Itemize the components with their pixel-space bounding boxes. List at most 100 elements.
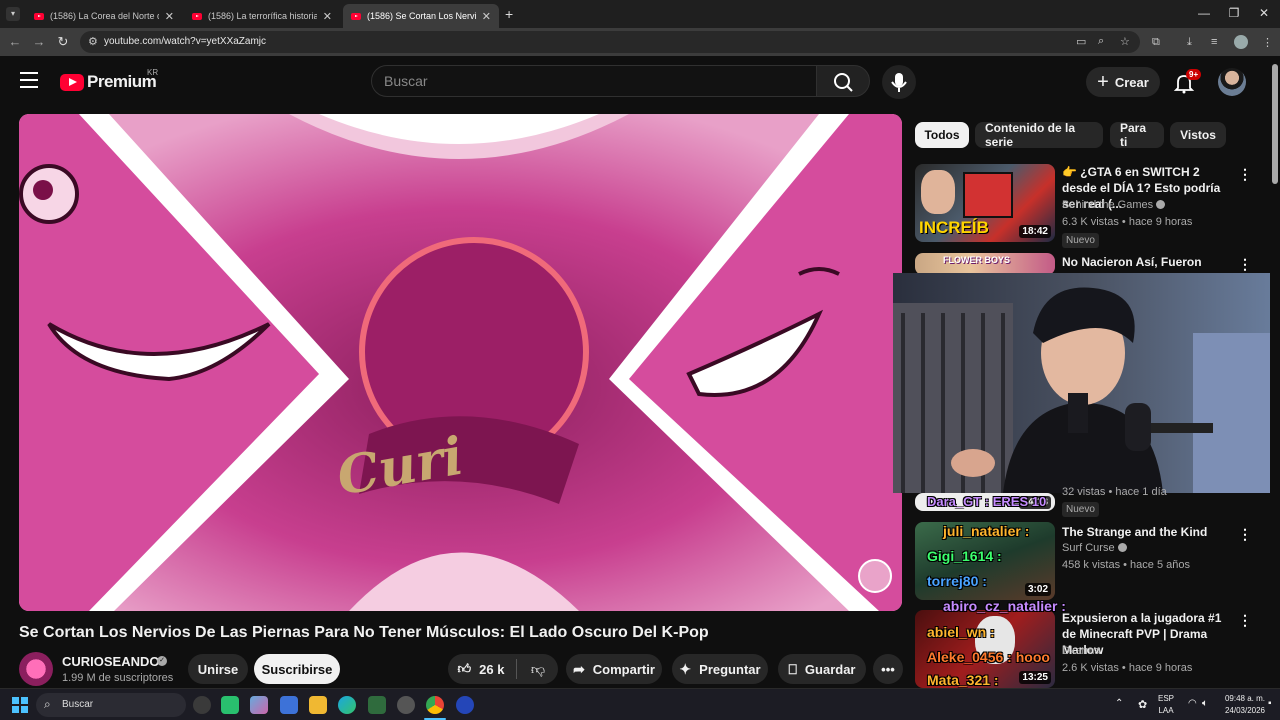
chat-text: Aleke_0456 : hooo: [927, 649, 1050, 665]
plus-icon: +: [1097, 70, 1109, 93]
save-button[interactable]: ⎕ Guardar: [778, 654, 866, 684]
tray-chevron-icon[interactable]: ⌃: [1115, 698, 1123, 709]
more-actions-button[interactable]: •••: [873, 654, 903, 684]
scrollbar-thumb[interactable]: [1272, 64, 1278, 184]
url-text[interactable]: youtube.com/watch?v=yetXXaZamjc: [104, 36, 266, 47]
create-button[interactable]: + Crear: [1086, 67, 1160, 97]
subscribe-button[interactable]: Suscribirse: [254, 654, 340, 684]
youtube-premium-logo[interactable]: Premium KR: [60, 68, 158, 92]
minimize-icon[interactable]: —: [1194, 6, 1214, 20]
search-button[interactable]: [816, 65, 870, 97]
forward-icon[interactable]: →: [30, 34, 48, 49]
dislike-button[interactable]: 👎︎: [520, 654, 556, 684]
reading-list-icon[interactable]: ≡: [1211, 36, 1217, 48]
channel-avatar[interactable]: [19, 652, 53, 686]
tray-app-icon[interactable]: ✿: [1138, 698, 1147, 711]
profile-icon[interactable]: [1234, 35, 1248, 49]
hamburger-menu-icon[interactable]: [20, 72, 40, 90]
chip-label: Contenido de la serie: [985, 121, 1075, 149]
rec-more-icon[interactable]: ⋮: [1238, 612, 1252, 629]
bookmark-star-icon[interactable]: ☆: [1120, 35, 1130, 48]
back-icon[interactable]: ←: [6, 34, 24, 49]
new-tab-button[interactable]: +: [505, 6, 513, 22]
rec-thumbnail-2[interactable]: FLOWER BOYS: [915, 253, 1055, 275]
ask-button[interactable]: ✦ Preguntar: [672, 654, 768, 684]
duration-badge: 3:02: [1024, 583, 1051, 596]
ask-label: Preguntar: [699, 661, 761, 677]
zoom-icon[interactable]: ⌕: [1098, 35, 1104, 48]
rec-thumbnail-1[interactable]: INCREÍB 18:42: [915, 164, 1055, 242]
edge-icon[interactable]: [338, 696, 356, 714]
like-divider: [516, 659, 517, 679]
copilot-icon[interactable]: [250, 696, 268, 714]
sparkle-icon: ✦: [679, 660, 692, 677]
duration-badge: 18:42: [1019, 225, 1051, 238]
close-tab-icon[interactable]: ✕: [323, 10, 332, 23]
channel-watermark: [858, 559, 892, 593]
site-info-icon[interactable]: ⚙: [88, 35, 98, 48]
tab-search-button[interactable]: ▾: [6, 7, 20, 21]
close-window-icon[interactable]: ✕: [1254, 6, 1274, 20]
chat-message: Dara_GT : ERES 10: [927, 494, 1046, 509]
rec-channel-4[interactable]: Surf Curse: [1062, 542, 1127, 554]
omnibox[interactable]: ⚙ youtube.com/watch?v=yetXXaZamjc ▭ ⌕ ☆: [80, 31, 1140, 53]
app-icon-xbox[interactable]: [368, 696, 386, 714]
chip-all[interactable]: Todos: [915, 122, 969, 148]
page-scrollbar[interactable]: [1270, 58, 1280, 688]
chip-for-you[interactable]: Para ti: [1110, 121, 1164, 149]
channel-name[interactable]: CURIOSEANDO: [62, 654, 160, 669]
app-icon-blue[interactable]: [456, 696, 474, 714]
maximize-icon[interactable]: ❐: [1224, 6, 1244, 20]
windows-taskbar: ⌕ Buscar ⌃ ✿ ESP LAA ◠ 🔈︎ 09:48 a. m. 24…: [0, 688, 1280, 720]
browser-tab-strip: ▾ (1586) La Corea del Norte de Eu ✕ (158…: [0, 0, 1280, 28]
taskbar-search-label: Buscar: [62, 699, 94, 710]
wifi-icon[interactable]: ◠: [1188, 698, 1197, 709]
taskbar-search[interactable]: ⌕ Buscar: [36, 693, 186, 717]
extensions-icon[interactable]: ⧉: [1152, 36, 1160, 49]
chip-watched[interactable]: Vistos: [1170, 122, 1226, 148]
like-button[interactable]: 👍︎ 26 k: [448, 654, 514, 684]
tab-title: (1586) La Corea del Norte de Eu: [50, 11, 159, 21]
app-icon-green[interactable]: [221, 696, 239, 714]
app-icon-clock[interactable]: [397, 696, 415, 714]
search-icon: [834, 73, 853, 92]
widgets-icon[interactable]: [193, 696, 211, 714]
language-indicator[interactable]: ESP LAA: [1158, 694, 1174, 715]
rec-channel-5[interactable]: Dkarma: [1062, 645, 1101, 657]
chip-series-content[interactable]: Contenido de la serie: [975, 121, 1103, 149]
rec-more-icon[interactable]: ⋮: [1238, 526, 1252, 543]
video-player[interactable]: Curi: [19, 114, 902, 611]
browser-menu-icon[interactable]: ⋮: [1262, 36, 1273, 49]
join-label: Unirse: [197, 661, 239, 677]
join-button[interactable]: Unirse: [188, 654, 248, 684]
rec-more-icon[interactable]: ⋮: [1238, 256, 1252, 273]
download-icon[interactable]: ⤓: [1187, 36, 1192, 49]
cast-icon[interactable]: ▭: [1076, 35, 1086, 48]
reload-icon[interactable]: ↻: [54, 34, 72, 50]
youtube-header: Premium KR + Crear 9+: [0, 56, 1280, 106]
clock[interactable]: 09:48 a. m. 24/03/2026: [1222, 694, 1268, 715]
rec-channel-name: Behind the Games: [1062, 199, 1154, 211]
close-tab-icon[interactable]: ✕: [482, 10, 491, 23]
save-label: Guardar: [804, 661, 856, 677]
search-box[interactable]: [371, 65, 817, 97]
windows-start-icon[interactable]: [12, 697, 28, 713]
video-thumbnail-art: [19, 114, 902, 611]
share-button[interactable]: ➦ Compartir: [566, 654, 662, 684]
voice-search-button[interactable]: [882, 65, 916, 99]
browser-tab-1[interactable]: (1586) La Corea del Norte de Eu ✕: [26, 4, 182, 28]
close-tab-icon[interactable]: ✕: [165, 10, 174, 23]
chrome-icon[interactable]: [426, 696, 444, 714]
notification-center-icon[interactable]: ▪: [1268, 698, 1272, 709]
file-explorer-icon[interactable]: [309, 696, 327, 714]
browser-tab-2[interactable]: (1586) La terrorífica historia REAL ✕: [184, 4, 340, 28]
rec-channel-1[interactable]: Behind the Games: [1062, 199, 1166, 211]
volume-icon[interactable]: 🔈︎: [1202, 698, 1208, 709]
rec-more-icon[interactable]: ⋮: [1238, 166, 1252, 183]
browser-tab-3-active[interactable]: (1586) Se Cortan Los Nervios De ✕: [343, 4, 499, 28]
rec-title-2[interactable]: No Nacieron Así, Fueron: [1062, 254, 1230, 270]
search-input[interactable]: [372, 66, 792, 96]
account-avatar[interactable]: [1218, 68, 1246, 96]
store-icon[interactable]: [280, 696, 298, 714]
rec-title-4[interactable]: The Strange and the Kind: [1062, 524, 1230, 540]
